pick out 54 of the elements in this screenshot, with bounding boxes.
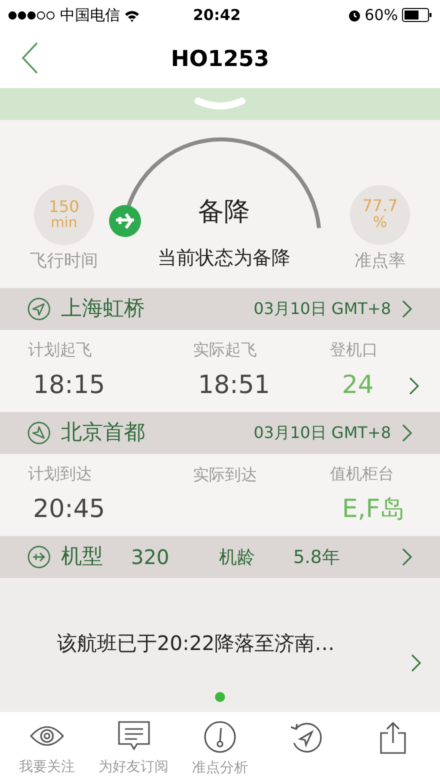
punctuality-badge: 77.7 %	[350, 184, 410, 244]
field-value: E,F岛	[341, 493, 406, 526]
share-icon	[378, 720, 408, 754]
field-value: 18:15	[32, 369, 106, 402]
state-description: 当前状态为备降	[158, 246, 290, 270]
paper-plane-icon	[27, 421, 51, 445]
aircraft-row[interactable]: 机型 320 机龄 5.8年	[0, 536, 440, 578]
battery-percent: 60%	[364, 4, 398, 26]
flight-time-badge: 150 min	[34, 184, 94, 244]
field-label: 登机口	[330, 339, 378, 362]
battery-icon	[402, 8, 432, 22]
airport-header[interactable]: 上海虹桥 03月10日 GMT+8	[0, 288, 440, 330]
flight-message: 该航班已于20:22降落至济南…	[57, 630, 335, 657]
refresh-icon	[288, 720, 324, 754]
chevron-right-icon[interactable]	[401, 547, 413, 567]
aircraft-age: 5.8年	[293, 546, 340, 570]
field-label: 实际到达	[193, 464, 258, 486]
field-label: 计划到达	[28, 463, 93, 486]
airport-name: 上海虹桥	[61, 295, 145, 322]
gauge-icon	[202, 720, 237, 754]
flight-date: 03月10日 GMT+8	[254, 298, 391, 320]
aircraft-type-label: 机型	[61, 543, 103, 570]
alarm-icon	[348, 8, 361, 22]
aircraft-age-label: 机龄	[219, 546, 256, 570]
tab-button[interactable]: 准点分析	[178, 716, 262, 778]
tab-button[interactable]: 我要关注	[5, 716, 90, 778]
field-value: 20:45	[32, 493, 106, 526]
field-label: 实际起飞	[193, 339, 258, 362]
field-value: 24	[341, 369, 374, 402]
back-button[interactable]	[20, 40, 40, 76]
tab-button[interactable]: 为好友订阅	[92, 716, 176, 778]
signal-icon	[8, 10, 56, 20]
aircraft-type: 320	[131, 544, 170, 571]
chevron-right-icon[interactable]	[408, 376, 420, 396]
clock-time: 20:42	[193, 4, 241, 26]
flight-time-label: 飞行时间	[30, 250, 98, 272]
airplane-circle-icon	[27, 545, 51, 569]
airport-header[interactable]: 北京首都 03月10日 GMT+8	[0, 412, 440, 454]
carrier-name: 中国电信	[60, 4, 120, 26]
field-label: 计划起飞	[28, 339, 93, 362]
airplane-icon	[108, 204, 142, 238]
flight-date: 03月10日 GMT+8	[254, 422, 391, 444]
paper-plane-icon	[27, 297, 51, 321]
flight-state: 备降	[198, 196, 250, 228]
field-label: 值机柜台	[330, 463, 394, 486]
chevron-right-icon[interactable]	[410, 653, 422, 673]
field-value: 18:51	[197, 369, 272, 402]
chevron-right-icon[interactable]	[401, 299, 413, 319]
airport-name: 北京首都	[61, 419, 145, 446]
message-icon	[116, 720, 151, 752]
wifi-icon	[124, 8, 140, 22]
punctuality-label: 准点率	[354, 250, 406, 272]
flight-number-title: HO1253	[170, 46, 270, 74]
chevron-right-icon[interactable]	[401, 423, 413, 443]
